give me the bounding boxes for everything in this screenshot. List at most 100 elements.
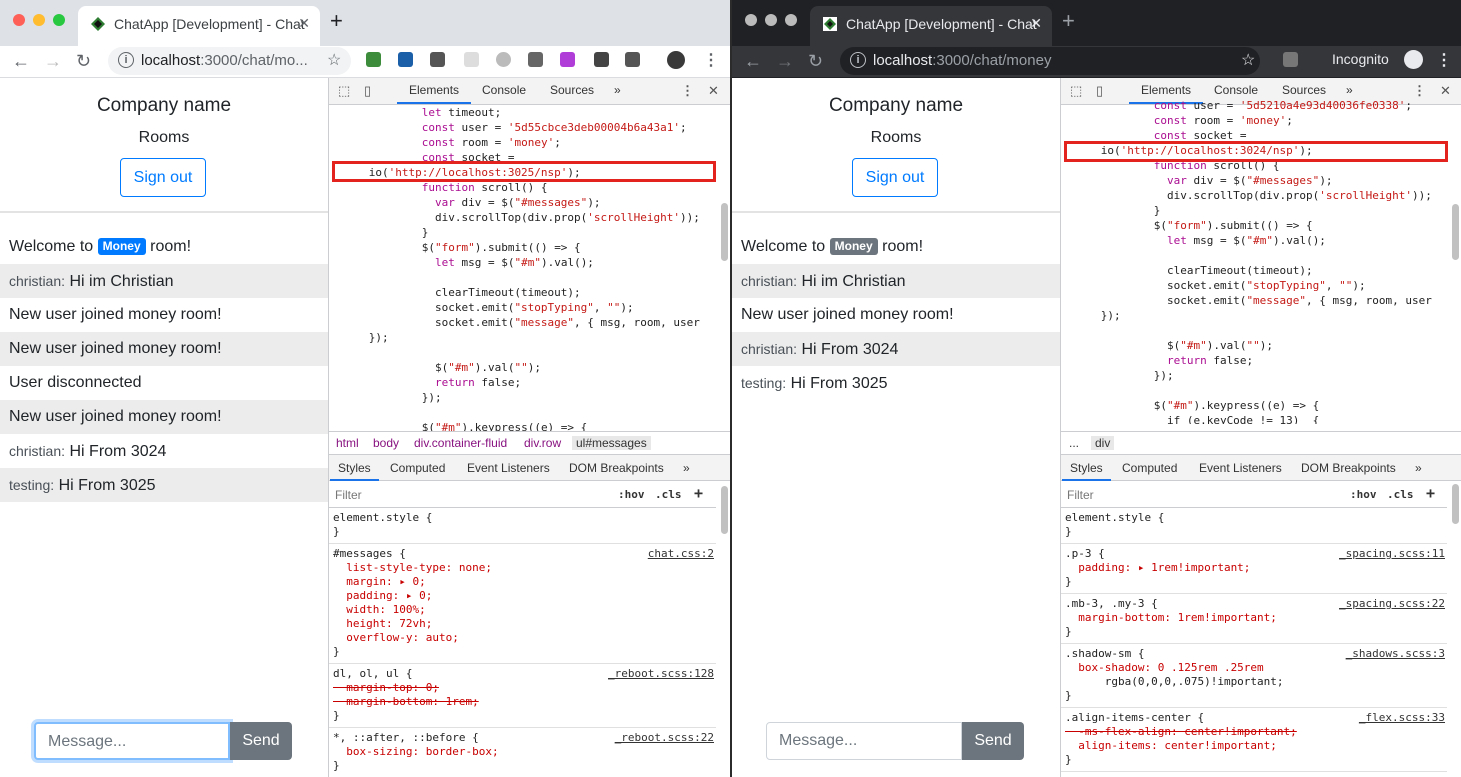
hov-toggle[interactable]: :hov bbox=[1350, 488, 1377, 501]
tab-sources[interactable]: Sources bbox=[1282, 83, 1326, 97]
styles-scrollbar[interactable] bbox=[721, 486, 728, 534]
inspect-element-icon[interactable]: ⬚ bbox=[338, 83, 350, 99]
bookmark-star-icon[interactable]: ☆ bbox=[327, 50, 341, 70]
tab-computed[interactable]: Computed bbox=[390, 461, 445, 475]
close-devtools-icon[interactable]: ✕ bbox=[708, 83, 719, 99]
forward-icon[interactable]: → bbox=[776, 50, 794, 72]
rule-source-link[interactable]: _reboot.scss:128 bbox=[608, 667, 714, 680]
code-line[interactable]: if (e.keyCode != 13) { bbox=[1061, 413, 1447, 424]
code-line[interactable]: $("form").submit(() => { bbox=[1061, 218, 1447, 233]
css-declaration[interactable]: margin-top: 0; bbox=[333, 681, 712, 695]
css-declaration[interactable]: element.style { bbox=[1065, 511, 1443, 525]
code-line[interactable]: const user = '5d55cbce3deb00004b6a43a1'; bbox=[329, 120, 716, 135]
tab-computed[interactable]: Computed bbox=[1122, 461, 1177, 475]
browser-menu-icon[interactable]: ⋮ bbox=[1436, 50, 1452, 70]
code-line[interactable]: socket.emit("stopTyping", ""); bbox=[329, 300, 716, 315]
css-declaration[interactable]: } bbox=[1065, 753, 1443, 767]
code-line[interactable]: const room = 'money'; bbox=[329, 135, 716, 150]
devtools-menu-icon[interactable]: ⋮ bbox=[1413, 83, 1426, 99]
code-line[interactable]: return false; bbox=[329, 375, 716, 390]
rule-source-link[interactable]: _flex.scss:33 bbox=[1359, 711, 1445, 724]
tab-dom-breakpoints[interactable]: DOM Breakpoints bbox=[1301, 461, 1396, 475]
crumb-html[interactable]: html bbox=[336, 436, 359, 450]
css-rule[interactable]: element.style {} bbox=[329, 508, 716, 544]
css-declaration[interactable]: } bbox=[333, 645, 712, 659]
grid-extension-icon[interactable] bbox=[464, 52, 479, 67]
css-declaration[interactable]: height: 72vh; bbox=[333, 617, 712, 631]
code-line[interactable] bbox=[1061, 323, 1447, 338]
reload-icon[interactable]: ↻ bbox=[76, 50, 91, 72]
vue-extension-icon[interactable] bbox=[528, 52, 543, 67]
code-line[interactable] bbox=[329, 270, 716, 285]
new-tab-icon[interactable]: + bbox=[1062, 10, 1075, 32]
message-input[interactable]: Message... bbox=[34, 722, 230, 760]
wappalyzer-extension-icon[interactable] bbox=[398, 52, 413, 67]
send-button[interactable]: Send bbox=[230, 722, 292, 760]
close-window-button[interactable] bbox=[745, 14, 757, 26]
devtools-menu-icon[interactable]: ⋮ bbox=[681, 83, 694, 99]
bookmark-star-icon[interactable]: ☆ bbox=[1241, 50, 1255, 70]
css-declaration[interactable]: } bbox=[1065, 525, 1443, 539]
code-line[interactable]: }); bbox=[329, 330, 716, 345]
code-line[interactable] bbox=[1061, 248, 1447, 263]
minimize-window-button[interactable] bbox=[765, 14, 777, 26]
styles-scrollbar[interactable] bbox=[1452, 484, 1459, 524]
bug-extension-icon[interactable] bbox=[625, 52, 640, 67]
crumb-messages[interactable]: ul#messages bbox=[572, 436, 651, 450]
code-line[interactable]: return false; bbox=[1061, 353, 1447, 368]
more-tabs-icon[interactable]: » bbox=[1346, 83, 1353, 97]
css-declaration[interactable]: } bbox=[1065, 575, 1443, 589]
inspect-element-icon[interactable]: ⬚ bbox=[1070, 83, 1082, 99]
code-line[interactable] bbox=[1061, 383, 1447, 398]
code-line[interactable]: let msg = $("#m").val(); bbox=[329, 255, 716, 270]
send-button[interactable]: Send bbox=[962, 722, 1024, 760]
code-line[interactable] bbox=[329, 405, 716, 420]
code-line[interactable]: const room = 'money'; bbox=[1061, 113, 1447, 128]
css-declaration[interactable]: rgba(0,0,0,.075)!important; bbox=[1065, 675, 1443, 689]
css-rule[interactable]: _shadows.scss:3 .shadow-sm { box-shadow: … bbox=[1061, 644, 1447, 708]
css-rule[interactable]: _reboot.scss:22 *, ::after, ::before { bo… bbox=[329, 728, 716, 777]
tab-console[interactable]: Console bbox=[482, 83, 526, 97]
code-line[interactable]: $("form").submit(() => { bbox=[329, 240, 716, 255]
tab-dom-breakpoints[interactable]: DOM Breakpoints bbox=[569, 461, 664, 475]
close-tab-icon[interactable]: ✕ bbox=[1030, 15, 1042, 32]
crumb-ellipsis[interactable]: ... bbox=[1069, 436, 1079, 450]
back-icon[interactable]: ← bbox=[12, 50, 30, 72]
css-declaration[interactable]: } bbox=[333, 525, 712, 539]
styles-filter-input[interactable]: Filter bbox=[1067, 488, 1094, 502]
css-rule[interactable]: _reboot.scss:128 dl, ol, ul { margin-top:… bbox=[329, 664, 716, 728]
target-extension-icon[interactable] bbox=[496, 52, 511, 67]
rooms-link[interactable]: Rooms bbox=[732, 129, 1060, 147]
crumb-row[interactable]: div.row bbox=[524, 436, 561, 450]
crumb-body[interactable]: body bbox=[373, 436, 399, 450]
site-info-icon[interactable]: i bbox=[850, 52, 866, 68]
code-line[interactable]: div.scrollTop(div.prop('scrollHeight')); bbox=[329, 210, 716, 225]
code-line[interactable]: clearTimeout(timeout); bbox=[329, 285, 716, 300]
css-declaration[interactable]: padding: ▸ 1rem!important; bbox=[1065, 561, 1443, 575]
rule-source-link[interactable]: _spacing.scss:22 bbox=[1339, 597, 1445, 610]
code-line[interactable]: } bbox=[329, 225, 716, 240]
reload-icon[interactable]: ↻ bbox=[808, 50, 823, 72]
code-line[interactable]: $("#m").keypress((e) => { bbox=[329, 420, 716, 431]
code-line[interactable]: $("#m").val(""); bbox=[329, 360, 716, 375]
code-line[interactable]: let timeout; bbox=[329, 105, 716, 120]
new-rule-icon[interactable]: + bbox=[1426, 484, 1435, 502]
cls-toggle[interactable]: .cls bbox=[1387, 488, 1414, 501]
code-line[interactable]: const user = '5d5210a4e93d40036fe0338'; bbox=[1061, 98, 1447, 113]
code-line[interactable]: $("#m").val(""); bbox=[1061, 338, 1447, 353]
back-icon[interactable]: ← bbox=[744, 50, 762, 72]
rule-source-link[interactable]: _shadows.scss:3 bbox=[1346, 647, 1445, 660]
code-line[interactable]: $("#m").keypress((e) => { bbox=[1061, 398, 1447, 413]
more-style-tabs-icon[interactable]: » bbox=[683, 461, 690, 475]
new-rule-icon[interactable]: + bbox=[694, 484, 703, 502]
code-line[interactable]: } bbox=[1061, 203, 1447, 218]
rule-source-link[interactable]: _spacing.scss:11 bbox=[1339, 547, 1445, 560]
dropper-extension-icon[interactable] bbox=[594, 52, 609, 67]
css-declaration[interactable]: overflow-y: auto; bbox=[333, 631, 712, 645]
tab-elements[interactable]: Elements bbox=[396, 83, 472, 104]
code-line[interactable]: socket.emit("message", { msg, room, user bbox=[1061, 293, 1447, 308]
css-declaration[interactable]: width: 100%; bbox=[333, 603, 712, 617]
code-scrollbar[interactable] bbox=[721, 203, 728, 261]
code-line[interactable] bbox=[329, 345, 716, 360]
tab-styles[interactable]: Styles bbox=[330, 461, 379, 481]
